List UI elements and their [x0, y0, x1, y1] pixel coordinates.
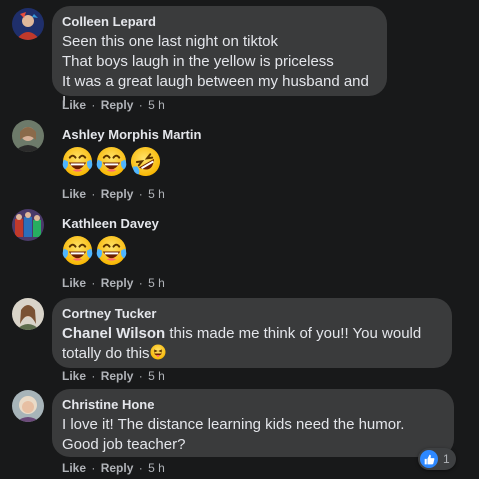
comment-text: totally do this — [62, 345, 150, 362]
comment-actions: Like · Reply · 5 h — [62, 98, 167, 112]
comment-author[interactable]: Kathleen Davey — [62, 216, 159, 231]
comment-bubble: Cortney Tucker Chanel Wilson this made m… — [52, 298, 452, 368]
comment-line: I love it! The distance learning kids ne… — [62, 416, 405, 433]
reaction-summary[interactable]: 1 — [418, 448, 456, 470]
mention-link[interactable]: Chanel Wilson — [62, 325, 165, 342]
comment-actions: Like · Reply · 5 h — [62, 369, 167, 383]
comment-actions: Like · Reply · 5 h — [62, 187, 167, 201]
reply-link[interactable]: Reply — [101, 276, 134, 290]
separator: · — [91, 98, 96, 112]
avatar[interactable] — [12, 298, 44, 330]
timestamp[interactable]: 5 h — [148, 187, 165, 201]
comment-line: Chanel Wilson this made me think of you!… — [62, 324, 440, 344]
tongue-out-emoji-icon — [150, 344, 166, 360]
comment-line: totally do this — [62, 344, 440, 364]
separator: · — [91, 461, 96, 475]
avatar[interactable] — [12, 120, 44, 152]
like-link[interactable]: Like — [62, 461, 86, 475]
avatar-image — [12, 209, 44, 241]
separator: · — [138, 98, 143, 112]
timestamp[interactable]: 5 h — [148, 98, 165, 112]
laughing-tears-emoji-icon — [62, 235, 93, 266]
reply-link[interactable]: Reply — [101, 461, 134, 475]
reply-link[interactable]: Reply — [101, 98, 134, 112]
timestamp[interactable]: 5 h — [148, 369, 165, 383]
separator: · — [138, 461, 143, 475]
like-link[interactable]: Like — [62, 276, 86, 290]
rolling-laughing-emoji-icon — [130, 146, 161, 177]
comment-bubble: Christine Hone I love it! The distance l… — [52, 389, 454, 457]
previous-comment-fragment — [100, 0, 130, 2]
reply-link[interactable]: Reply — [101, 187, 134, 201]
like-link[interactable]: Like — [62, 187, 86, 201]
comment-actions: Like · Reply · 5 h — [62, 461, 167, 475]
separator: · — [138, 369, 143, 383]
timestamp[interactable]: 5 h — [148, 276, 165, 290]
avatar[interactable] — [12, 390, 44, 422]
avatar-image — [12, 390, 44, 422]
avatar[interactable] — [12, 209, 44, 241]
like-link[interactable]: Like — [62, 369, 86, 383]
laughing-tears-emoji-icon — [96, 146, 127, 177]
comment-author[interactable]: Colleen Lepard — [62, 14, 375, 30]
comment-author[interactable]: Ashley Morphis Martin — [62, 127, 201, 142]
reply-link[interactable]: Reply — [101, 369, 134, 383]
separator: · — [138, 187, 143, 201]
avatar-image — [12, 298, 44, 330]
comment-author[interactable]: Christine Hone — [62, 397, 442, 413]
separator: · — [91, 369, 96, 383]
laughing-tears-emoji-icon — [62, 146, 93, 177]
emoji-comment — [62, 235, 127, 266]
timestamp[interactable]: 5 h — [148, 461, 165, 475]
separator: · — [91, 187, 96, 201]
comment-line: Seen this one last night on tiktok — [62, 33, 278, 50]
comment-line: That boys laugh in the yellow is pricele… — [62, 53, 334, 70]
laughing-tears-emoji-icon — [96, 235, 127, 266]
like-link[interactable]: Like — [62, 98, 86, 112]
emoji-comment — [62, 146, 161, 177]
like-reaction-icon — [420, 450, 438, 468]
reaction-count: 1 — [443, 452, 450, 466]
avatar[interactable] — [12, 8, 44, 40]
avatar-image — [12, 8, 44, 40]
avatar-image — [12, 120, 44, 152]
comment-actions: Like · Reply · 5 h — [62, 276, 167, 290]
comment-text: this made me think of you!! You would — [165, 325, 422, 342]
comment-bubble: Colleen Lepard Seen this one last night … — [52, 6, 387, 110]
comment-author[interactable]: Cortney Tucker — [62, 306, 440, 322]
comment-line: Good job teacher? — [62, 436, 186, 453]
separator: · — [91, 276, 96, 290]
separator: · — [138, 276, 143, 290]
